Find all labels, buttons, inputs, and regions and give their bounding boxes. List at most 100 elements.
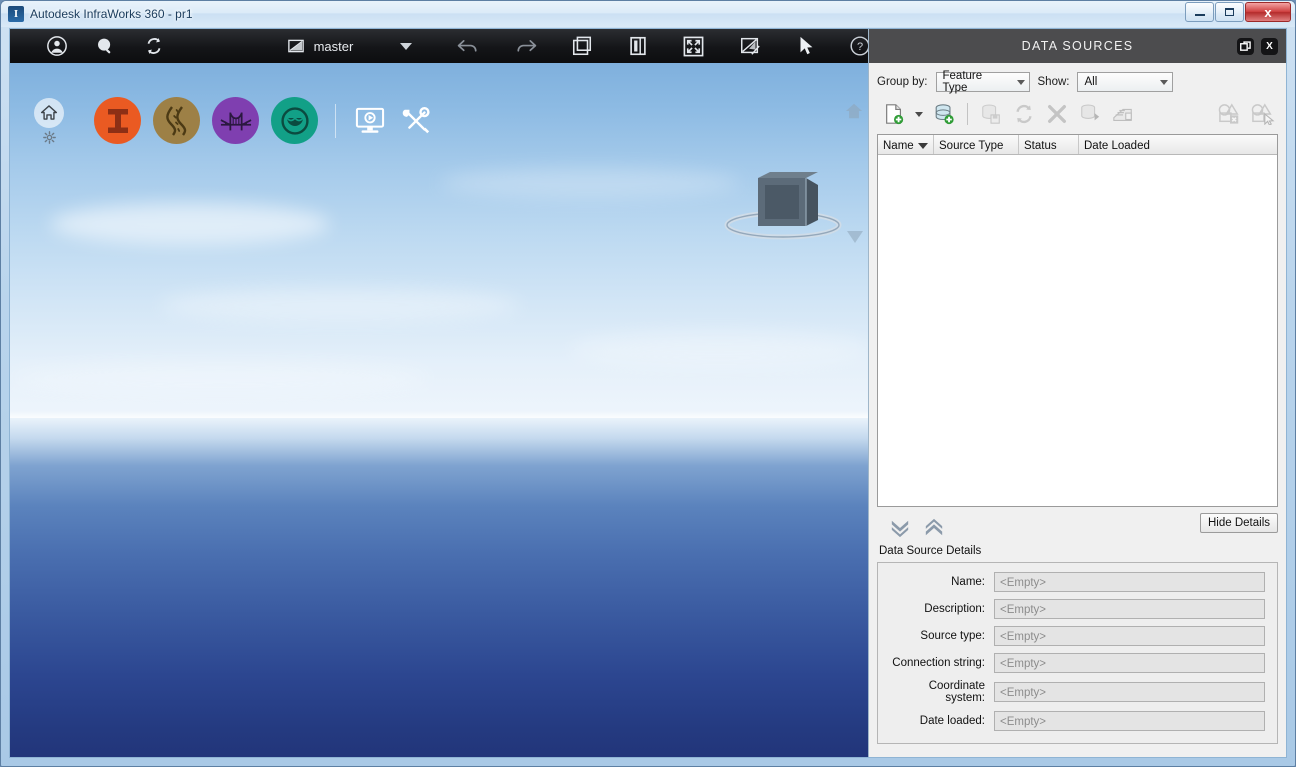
water-tool-button[interactable]	[271, 97, 318, 144]
column-label: Source Type	[939, 139, 1004, 152]
presentation-button[interactable]	[353, 104, 387, 138]
sync-button[interactable]	[137, 29, 170, 63]
panel-title: DATA SOURCES	[1021, 39, 1134, 53]
chevrons-up-icon	[925, 518, 943, 536]
column-label: Date Loaded	[1084, 139, 1150, 152]
import-data-source-button	[1075, 100, 1105, 128]
add-file-data-source-button[interactable]	[879, 100, 909, 128]
chevron-down-icon	[1016, 79, 1025, 85]
data-source-details-box: Name: <Empty> Description: <Empty> Sourc…	[877, 562, 1278, 744]
close-icon: x	[1264, 4, 1272, 20]
expand-all-button[interactable]	[883, 514, 917, 542]
panel-body: Group by: Feature Type Show: All Name So…	[869, 63, 1286, 757]
water-surface	[10, 418, 876, 757]
undock-icon	[1240, 40, 1251, 51]
close-icon: X	[1266, 40, 1273, 52]
app-toolbar: master ?	[10, 29, 876, 63]
connect-database-button[interactable]	[929, 100, 959, 128]
cloud	[50, 203, 330, 245]
tools-button[interactable]	[399, 104, 433, 138]
3d-viewport[interactable]	[10, 63, 876, 757]
panels-icon	[630, 36, 646, 56]
undo-button[interactable]	[452, 29, 485, 63]
detail-description-field[interactable]: <Empty>	[994, 599, 1265, 619]
road-icon	[165, 105, 186, 136]
panel-header-buttons: X	[1237, 29, 1278, 63]
model-selector[interactable]: master	[287, 37, 353, 55]
add-file-dropdown-button[interactable]	[912, 100, 926, 128]
detail-label: Source type:	[920, 630, 985, 642]
bridge-tool-button[interactable]	[212, 97, 259, 144]
panel-header: DATA SOURCES X	[869, 29, 1286, 63]
maximize-button[interactable]	[1215, 2, 1244, 22]
road-tool-button[interactable]	[153, 97, 200, 144]
column-header-date-loaded[interactable]: Date Loaded	[1079, 135, 1277, 154]
column-header-name[interactable]: Name	[878, 135, 934, 154]
detail-label: Connection string:	[892, 657, 985, 669]
tools-icon	[402, 106, 430, 133]
detail-coordinate-system-field[interactable]: <Empty>	[994, 682, 1265, 702]
database-save-icon	[982, 104, 1000, 124]
column-header-status[interactable]: Status	[1019, 135, 1079, 154]
cloud	[440, 168, 740, 198]
close-panel-button[interactable]: X	[1261, 37, 1278, 55]
viewport-toolbar	[34, 97, 433, 144]
application-window: I Autodesk InfraWorks 360 - pr1 x master…	[0, 0, 1296, 767]
viewcube-icon	[724, 172, 842, 240]
detail-source-type-field[interactable]: <Empty>	[994, 626, 1265, 646]
chevron-down-icon	[915, 111, 923, 117]
fullscreen-button[interactable]	[678, 29, 711, 63]
detail-connection-string-field[interactable]: <Empty>	[994, 653, 1265, 673]
detail-row: Description: <Empty>	[890, 599, 1265, 619]
group-by-select[interactable]: Feature Type	[935, 70, 1030, 94]
window-title: Autodesk InfraWorks 360 - pr1	[30, 7, 193, 21]
group-by-label: Group by:	[877, 76, 928, 88]
viewcube-navigation-widget[interactable]	[718, 163, 848, 258]
search-button[interactable]	[89, 29, 122, 63]
measure-button[interactable]	[733, 29, 766, 63]
details-section-title: Data Source Details	[879, 545, 982, 557]
close-button[interactable]: x	[1245, 2, 1291, 22]
select-cursor-button[interactable]	[789, 29, 822, 63]
panels-button[interactable]	[622, 29, 655, 63]
window-controls: x	[1185, 2, 1291, 22]
viewport-nav-chevron-button[interactable]	[846, 230, 864, 244]
account-icon	[47, 36, 68, 56]
bookmarks-button[interactable]	[566, 29, 599, 63]
gear-icon[interactable]	[42, 130, 56, 144]
infraworks-logo-icon: I	[8, 6, 24, 22]
column-label: Status	[1024, 139, 1057, 152]
maximize-icon	[1225, 8, 1234, 16]
chevron-down-icon	[1160, 79, 1169, 85]
intersection-tool-button[interactable]	[94, 97, 141, 144]
hide-details-button[interactable]: Hide Details	[1200, 513, 1278, 533]
client-area: master ? DATA SOURCES X Group by: Featur…	[9, 28, 1287, 758]
save-data-source-button	[976, 100, 1006, 128]
show-select[interactable]: All	[1077, 72, 1174, 92]
sort-descending-icon	[918, 142, 928, 149]
show-label: Show:	[1037, 76, 1070, 88]
undock-panel-button[interactable]	[1237, 37, 1254, 55]
detail-label: Date loaded:	[919, 715, 985, 727]
viewport-nav-home-button[interactable]	[844, 102, 864, 120]
column-header-source-type[interactable]: Source Type	[934, 135, 1019, 154]
detail-date-loaded-field[interactable]: <Empty>	[994, 711, 1265, 731]
title-bar[interactable]: I Autodesk InfraWorks 360 - pr1 x	[1, 1, 1295, 27]
minimize-button[interactable]	[1185, 2, 1214, 22]
detail-row: Date loaded: <Empty>	[890, 711, 1265, 731]
feature-select-icon	[1251, 103, 1275, 125]
database-add-icon	[935, 104, 954, 125]
delete-x-icon	[1048, 105, 1066, 123]
account-button[interactable]	[41, 29, 74, 63]
data-sources-grid[interactable]: Name Source Type Status Date Loaded	[877, 134, 1278, 507]
detail-row: Coordinate system: <Empty>	[890, 680, 1265, 704]
details-controls: Hide Details	[877, 507, 1278, 543]
detail-label: Coordinate system:	[928, 680, 985, 704]
detail-name-field[interactable]: <Empty>	[994, 572, 1265, 592]
show-value: All	[1084, 76, 1098, 88]
redo-button[interactable]	[510, 29, 543, 63]
viewport-home-button[interactable]	[34, 97, 64, 128]
search-icon	[98, 38, 111, 54]
collapse-all-button[interactable]	[917, 514, 951, 542]
chevron-down-icon[interactable]	[399, 42, 412, 50]
